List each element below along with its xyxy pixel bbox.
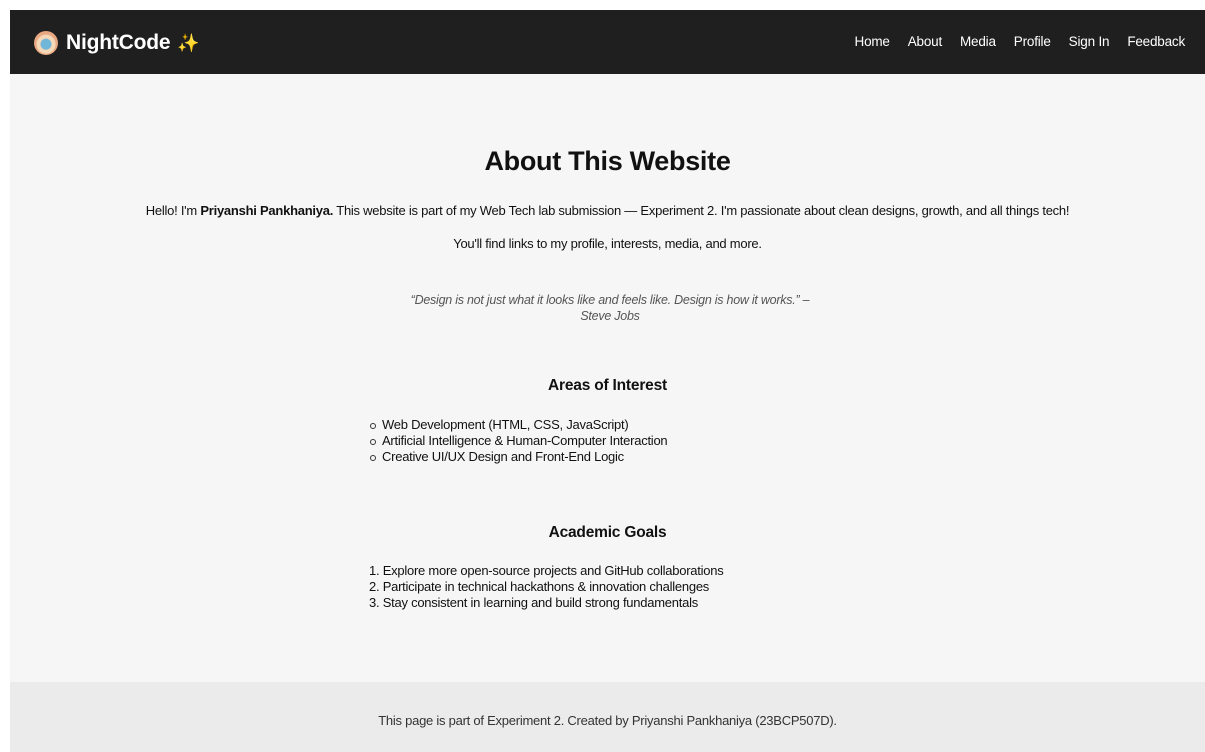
footer-text: This page is part of Experiment 2. Creat… <box>378 713 837 728</box>
intro-line-2: You'll find links to my profile, interes… <box>453 236 762 251</box>
intro-paragraph: Hello! I'm Priyanshi Pankhaniya. This we… <box>10 203 1205 218</box>
list-item: 1. Explore more open-source projects and… <box>369 563 724 578</box>
page-frame: NightCode ✨ Home About Media Profile Sig… <box>10 10 1205 752</box>
brand-name: NightCode <box>66 31 171 54</box>
nav-links: Home About Media Profile Sign In Feedbac… <box>855 34 1186 49</box>
intro-suffix: This website is part of my Web Tech lab … <box>333 203 1070 218</box>
nightcode-logo-icon <box>34 31 58 55</box>
goals-heading: Academic Goals <box>548 524 667 541</box>
footer: This page is part of Experiment 2. Creat… <box>10 682 1205 752</box>
goals-list: 1. Explore more open-source projects and… <box>369 563 724 611</box>
list-item: 3. Stay consistent in learning and build… <box>369 595 698 610</box>
sparkle-icon: ✨ <box>177 33 200 53</box>
page-title: About This Website <box>484 146 731 176</box>
quote: “Design is not just what it looks like a… <box>410 293 810 323</box>
navbar: NightCode ✨ Home About Media Profile Sig… <box>10 10 1205 74</box>
intro-prefix: Hello! I'm <box>145 203 201 218</box>
list-item: Artificial Intelligence & Human-Computer… <box>370 433 668 449</box>
nav-link-sign-in[interactable]: Sign In <box>1069 34 1110 49</box>
interests-heading: Areas of Interest <box>548 377 667 394</box>
nav-link-home[interactable]: Home <box>855 34 890 49</box>
nav-link-feedback[interactable]: Feedback <box>1127 34 1185 49</box>
list-item: 2. Participate in technical hackathons &… <box>369 579 710 594</box>
list-item: Web Development (HTML, CSS, JavaScript) <box>370 417 667 433</box>
author-name: Priyanshi Pankhaniya. <box>200 203 334 218</box>
nav-link-media[interactable]: Media <box>960 34 996 49</box>
nav-link-profile[interactable]: Profile <box>1014 34 1051 49</box>
interests-list: Web Development (HTML, CSS, JavaScript) … <box>370 417 668 465</box>
nav-link-about[interactable]: About <box>908 34 942 49</box>
list-item: Creative UI/UX Design and Front-End Logi… <box>370 449 667 465</box>
brand[interactable]: NightCode ✨ <box>34 29 200 57</box>
